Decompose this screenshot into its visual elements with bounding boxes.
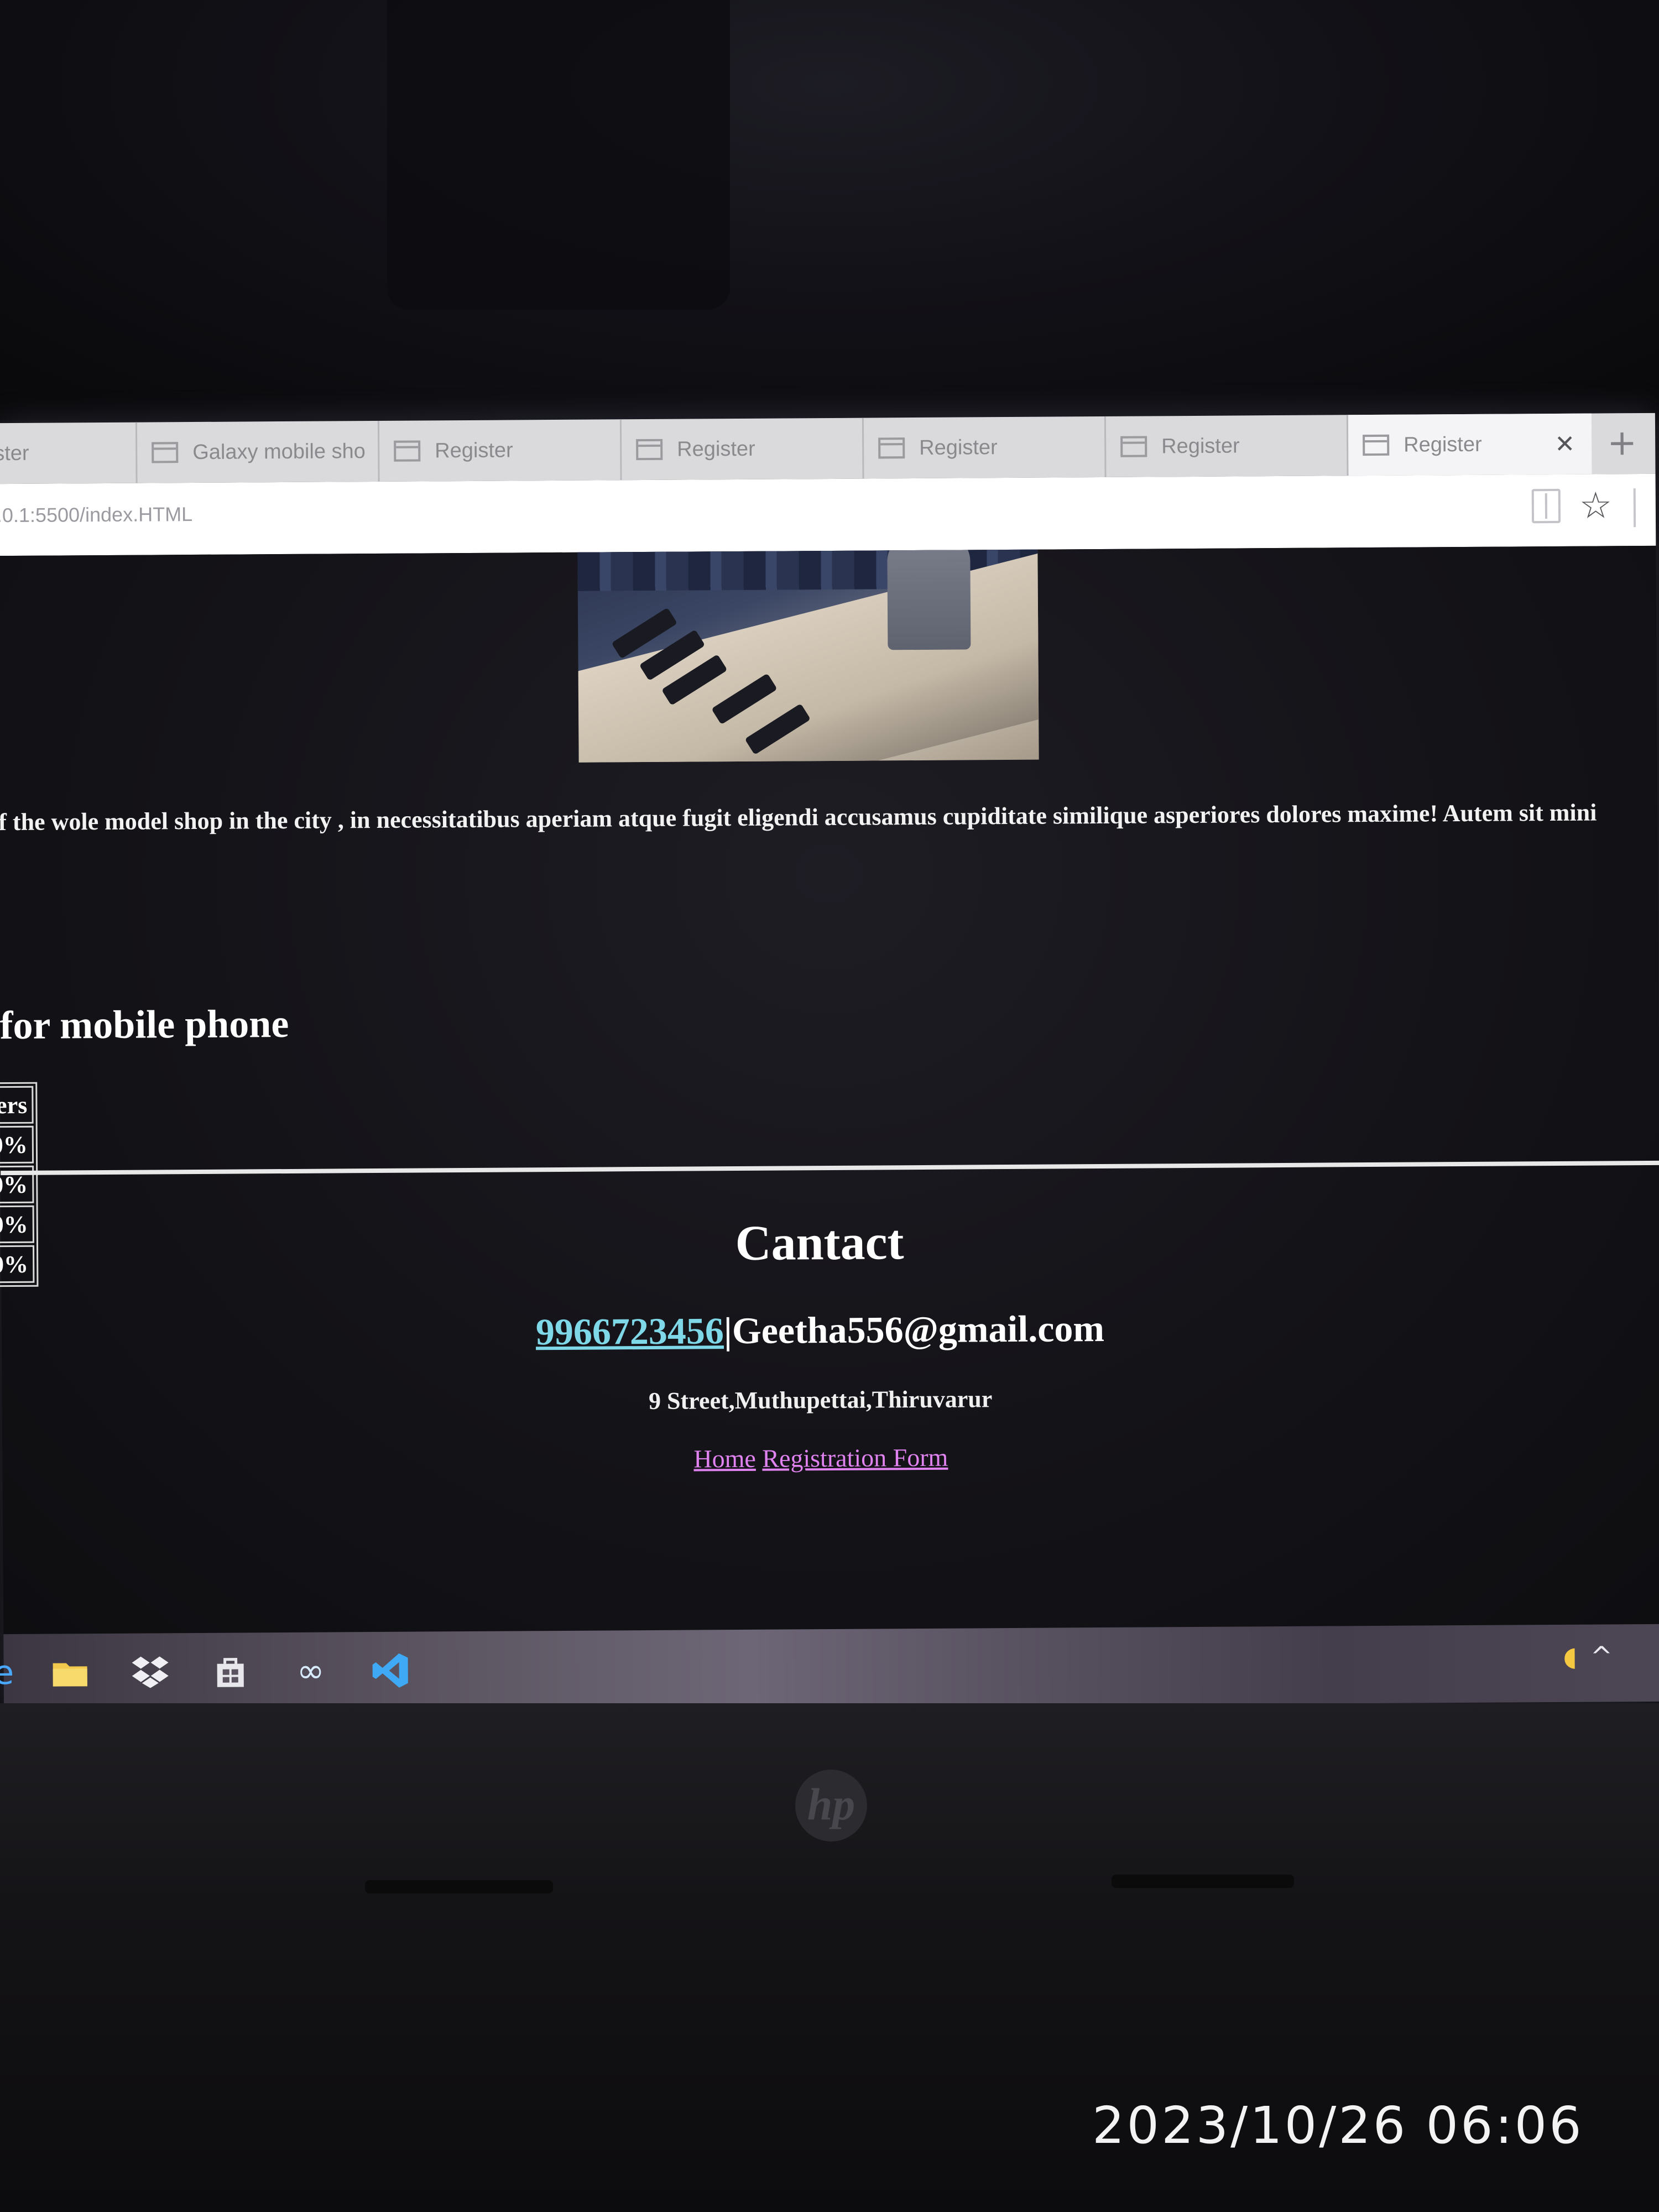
tab-label: Register bbox=[435, 438, 513, 462]
background-object bbox=[387, 0, 730, 310]
horizontal-rule bbox=[1, 1160, 1659, 1176]
browser-tab[interactable]: Register bbox=[379, 419, 622, 482]
laptop-screen: ster Galaxy mobile sho Register Register… bbox=[0, 413, 1659, 1712]
toolbar-divider bbox=[1633, 488, 1636, 528]
offers-heading: for mobile phone bbox=[0, 1001, 289, 1048]
tab-label: ster bbox=[0, 441, 29, 465]
reading-view-icon[interactable] bbox=[1531, 488, 1561, 524]
infinity-icon[interactable]: ∞ bbox=[288, 1649, 332, 1693]
system-tray: ◖ ^ bbox=[1563, 1641, 1613, 1672]
photo-timestamp: 2023/10/26 06:06 bbox=[1092, 2096, 1584, 2155]
hp-logo: hp bbox=[795, 1770, 867, 1841]
photo-person bbox=[887, 549, 971, 650]
close-tab-icon[interactable]: ✕ bbox=[1554, 430, 1575, 458]
email-text: Geetha556@gmail.com bbox=[732, 1307, 1105, 1352]
page-icon bbox=[878, 437, 905, 459]
tab-label: Galaxy mobile sho bbox=[192, 439, 366, 464]
table-header-cell: fers bbox=[0, 1086, 34, 1124]
contact-details: 9966723456|Geetha556@gmail.com bbox=[2, 1303, 1639, 1357]
tray-expand-chevron[interactable]: ^ bbox=[1590, 1641, 1613, 1672]
browser-tab[interactable]: Register bbox=[621, 418, 864, 481]
dropbox-icon[interactable] bbox=[128, 1650, 172, 1694]
browser-tab-active[interactable]: Register ✕ bbox=[1348, 413, 1592, 476]
browser-tab[interactable]: Galaxy mobile sho bbox=[137, 420, 380, 483]
favorite-star-icon[interactable]: ☆ bbox=[1579, 484, 1613, 526]
home-link[interactable]: Home bbox=[693, 1444, 756, 1473]
address-text: 9 Street,Muthupettai,Thiruvarur bbox=[648, 1385, 993, 1415]
tab-label: Register bbox=[919, 435, 998, 460]
page-icon bbox=[1120, 436, 1147, 457]
photo-of-laptop-screen: ster Galaxy mobile sho Register Register… bbox=[0, 0, 1659, 2212]
tab-label: Register bbox=[1161, 434, 1240, 458]
browser-tab-bar: ster Galaxy mobile sho Register Register… bbox=[0, 413, 1656, 484]
browser-tab[interactable]: Register bbox=[1105, 415, 1349, 477]
contact-heading: Cantact bbox=[735, 1215, 904, 1271]
tab-label: Register bbox=[677, 437, 755, 461]
browser-tab[interactable]: ster bbox=[0, 422, 138, 484]
new-tab-button[interactable]: + bbox=[1600, 421, 1644, 465]
footer-nav: Home Registration Form bbox=[2, 1438, 1639, 1478]
windows-taskbar: e ∞ ◖ ^ bbox=[0, 1624, 1659, 1712]
weather-widget-icon[interactable]: ◖ bbox=[1563, 1641, 1577, 1672]
file-explorer-icon[interactable] bbox=[48, 1650, 92, 1694]
page-icon bbox=[152, 442, 179, 463]
web-page-content: f the wole model shop in the city , in n… bbox=[0, 545, 1659, 1635]
address-bar: .0.1:5500/index.HTML ☆ bbox=[0, 473, 1656, 556]
table-cell: 0% bbox=[0, 1125, 34, 1164]
intro-paragraph: f the wole model shop in the city , in n… bbox=[0, 799, 1597, 836]
phone-link[interactable]: 9966723456 bbox=[536, 1310, 724, 1353]
store-icon[interactable] bbox=[208, 1649, 252, 1693]
browser-tab[interactable]: Register bbox=[863, 416, 1107, 479]
laptop-hinge bbox=[365, 1880, 553, 1893]
page-icon bbox=[394, 440, 421, 462]
edge-icon[interactable]: e bbox=[0, 1651, 26, 1695]
url-field[interactable]: .0.1:5500/index.HTML bbox=[0, 503, 192, 527]
registration-form-link[interactable]: Registration Form bbox=[762, 1443, 948, 1473]
contact-separator: | bbox=[723, 1310, 733, 1352]
vscode-icon[interactable] bbox=[368, 1648, 413, 1693]
background-surroundings bbox=[0, 0, 1659, 420]
page-icon bbox=[1363, 434, 1390, 456]
mobile-shop-photo bbox=[577, 549, 1039, 763]
tab-label: Register bbox=[1404, 432, 1482, 457]
page-icon bbox=[636, 439, 663, 461]
laptop-hinge bbox=[1112, 1875, 1294, 1888]
